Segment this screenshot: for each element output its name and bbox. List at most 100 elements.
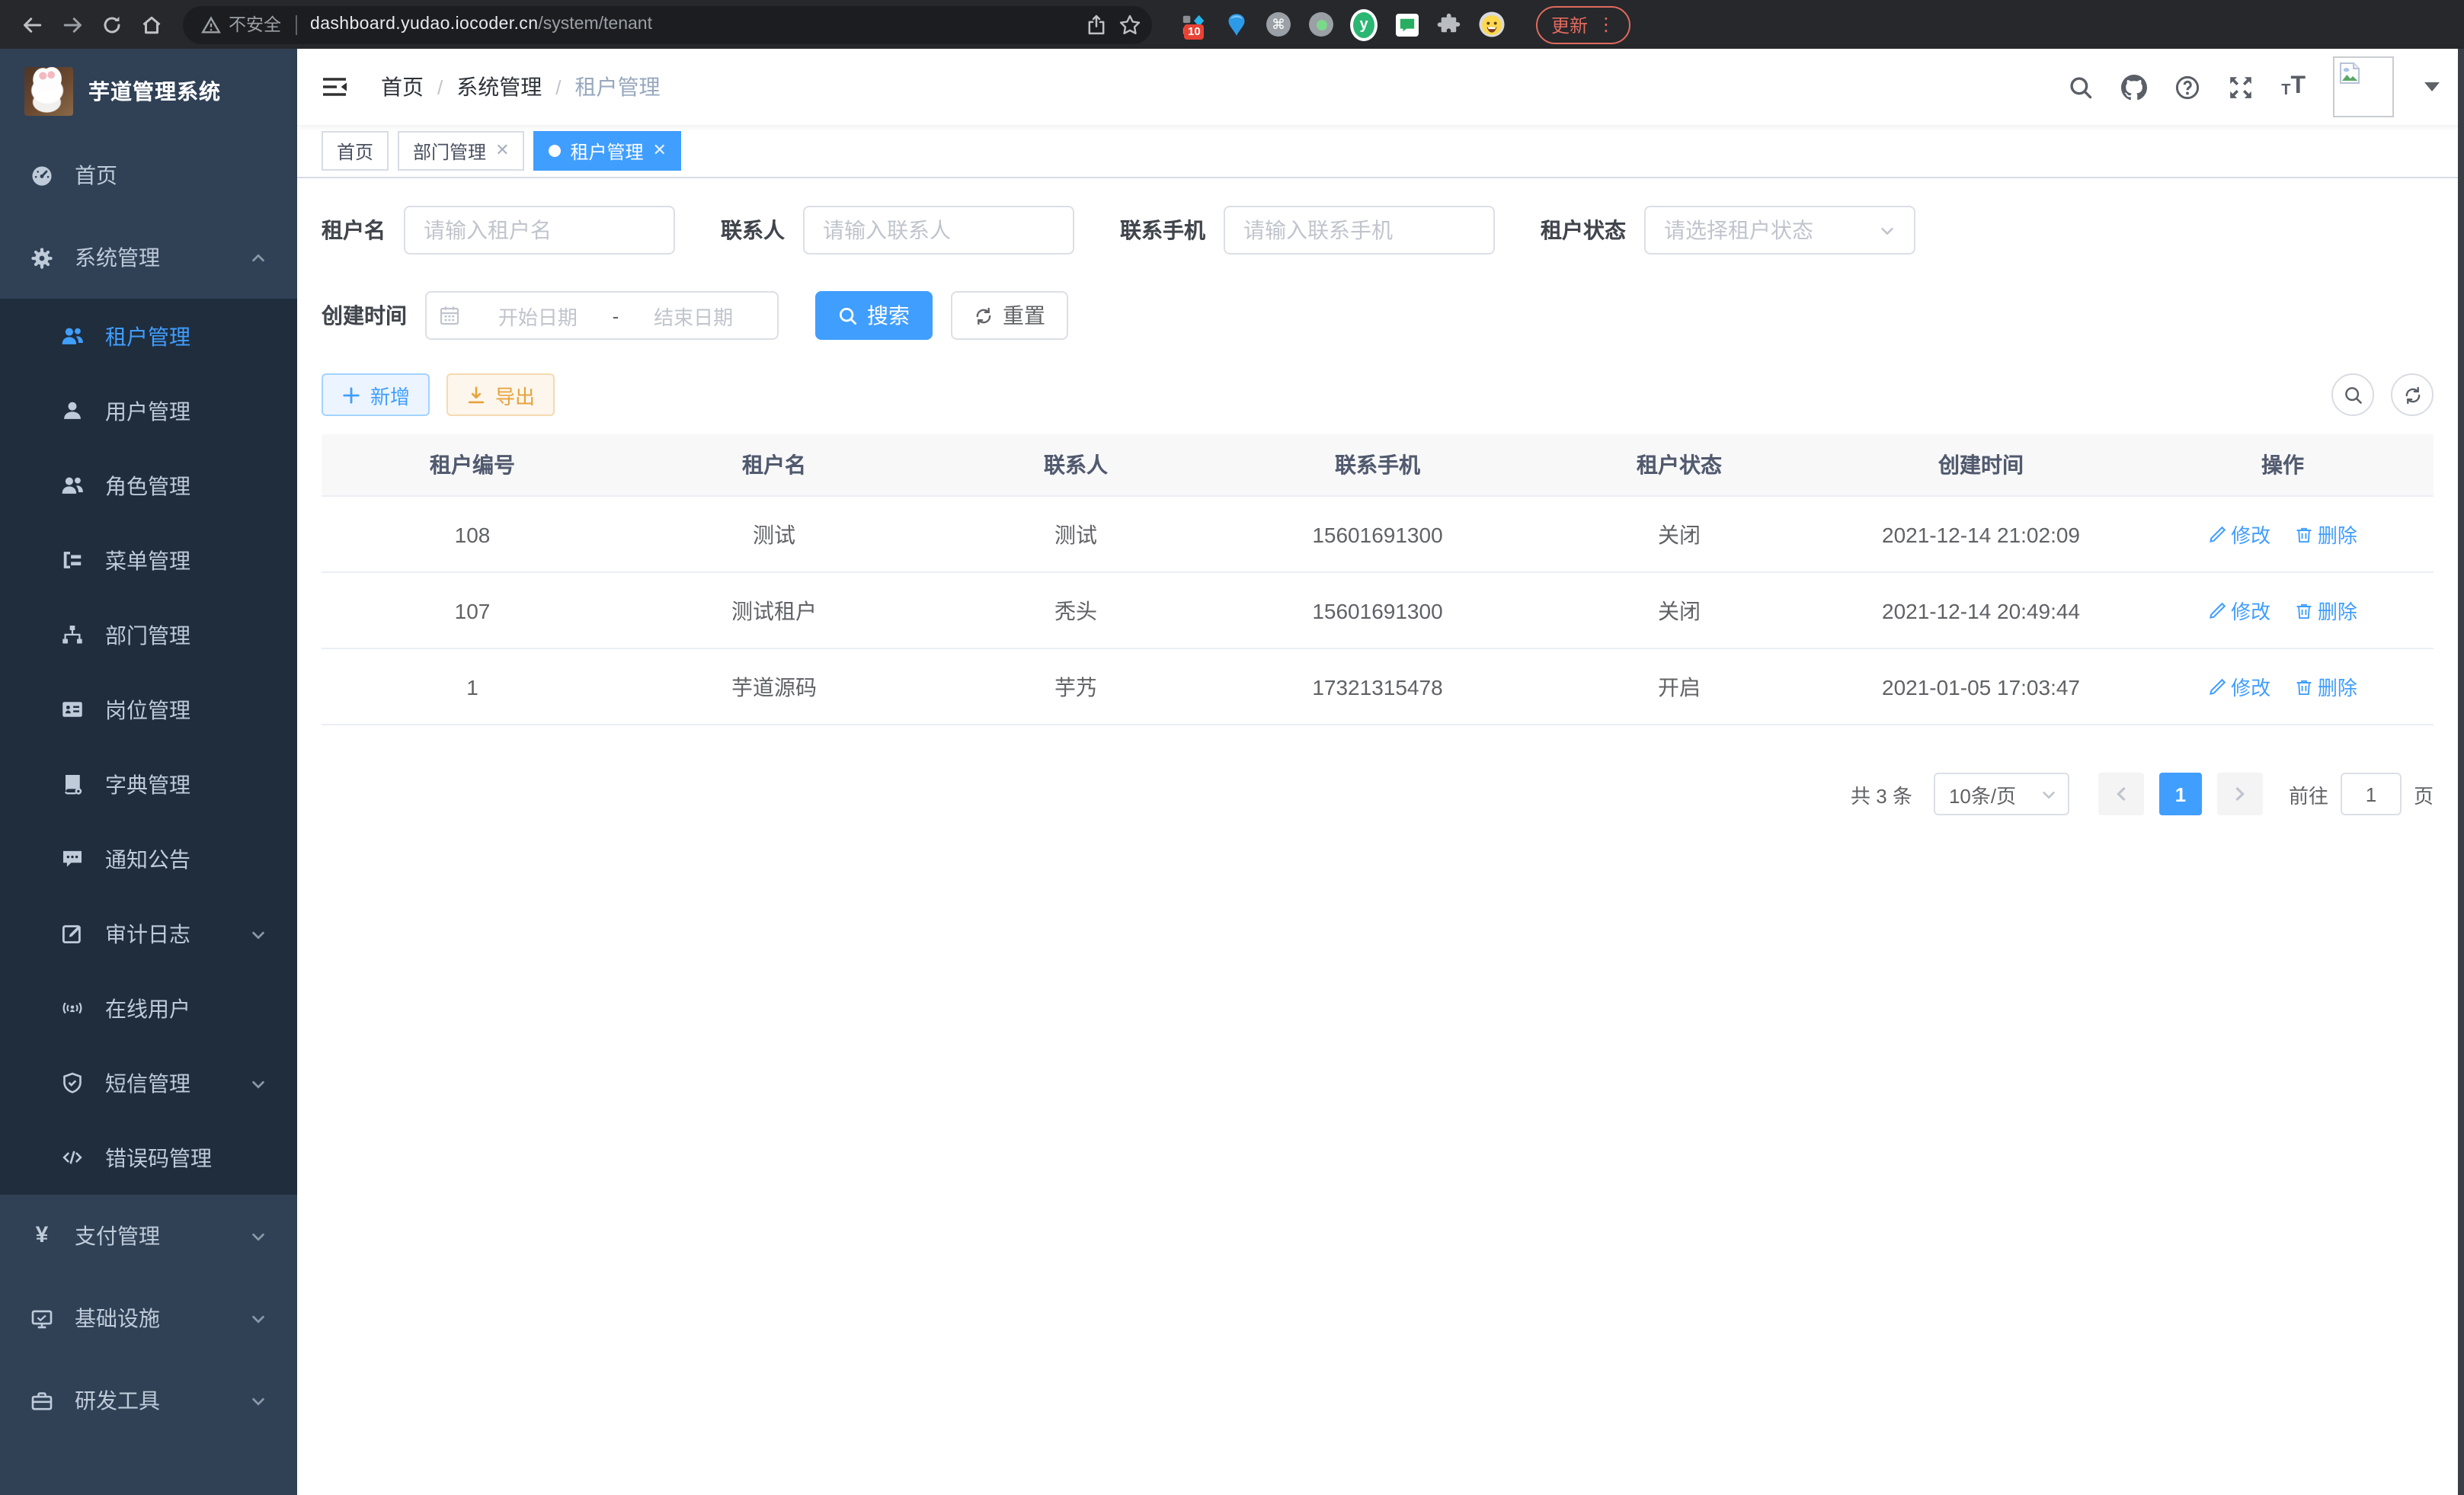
github-icon[interactable] (2121, 74, 2147, 100)
close-icon[interactable]: ✕ (653, 142, 667, 159)
sidebar-item-label: 通知公告 (105, 844, 190, 874)
sidebar-item-role-management[interactable]: 角色管理 (0, 448, 297, 523)
date-range-picker[interactable]: 开始日期 - 结束日期 (425, 291, 779, 340)
fullscreen-icon[interactable] (2228, 74, 2254, 100)
user-avatar-broken-image[interactable] (2333, 56, 2394, 117)
font-size-icon[interactable]: TT (2281, 75, 2306, 99)
goto-page: 前往 1 页 (2289, 773, 2434, 815)
delete-link[interactable]: 删除 (2295, 596, 2357, 625)
edit-link[interactable]: 修改 (2208, 596, 2270, 625)
refresh-table-button[interactable] (2391, 373, 2434, 416)
current-page[interactable]: 1 (2159, 773, 2202, 815)
add-button[interactable]: 新增 (322, 373, 430, 416)
sidebar-item-dict-management[interactable]: 字典管理 (0, 747, 297, 821)
sidebar-item-menu-management[interactable]: 菜单管理 (0, 523, 297, 597)
tenant-name-input[interactable]: 请输入租户名 (404, 206, 675, 255)
sidebar-item-payment-management[interactable]: ¥ 支付管理 (0, 1195, 297, 1277)
extension-balloon-icon[interactable] (1222, 11, 1250, 38)
security-chip[interactable]: 不安全 (201, 12, 281, 37)
tag-tenant-management[interactable]: 租户管理✕ (534, 131, 682, 171)
warning-icon (201, 14, 221, 34)
delete-link[interactable]: 删除 (2295, 672, 2357, 701)
bookmark-star-icon[interactable] (1112, 8, 1146, 41)
contact-input[interactable]: 请输入联系人 (803, 206, 1074, 255)
postcard-icon (61, 698, 84, 721)
goto-page-input[interactable]: 1 (2341, 773, 2402, 815)
toggle-search-button[interactable] (2331, 373, 2374, 416)
extensions-puzzle-icon[interactable] (1435, 11, 1463, 38)
url-host: dashboard.yudao.iocoder.cn (310, 15, 538, 34)
sidebar-item-dept-management[interactable]: 部门管理 (0, 597, 297, 672)
sidebar-item-error-code-management[interactable]: 错误码管理 (0, 1120, 297, 1195)
cell-contact: 芋艿 (925, 648, 1227, 725)
extension-command-icon[interactable]: ⌘ (1265, 11, 1292, 38)
chevron-down-icon (250, 1311, 267, 1327)
share-icon[interactable] (1079, 8, 1112, 41)
end-date-placeholder[interactable]: 结束日期 (622, 301, 765, 330)
sidebar-item-home[interactable]: 首页 (0, 134, 297, 216)
breadcrumb-system[interactable]: 系统管理 (456, 72, 542, 102)
tenant-table: 租户编号 租户名 联系人 联系手机 租户状态 创建时间 操作 108 测试 (322, 434, 2434, 725)
extension-workflow-icon[interactable]: 10 (1179, 11, 1207, 38)
sidebar-item-system-management[interactable]: 系统管理 (0, 216, 297, 299)
address-bar[interactable]: 不安全 dashboard.yudao.iocoder.cn/system/te… (183, 5, 1152, 43)
phone-input[interactable]: 请输入联系手机 (1224, 206, 1495, 255)
edit-link[interactable]: 修改 (2208, 672, 2270, 701)
extension-recorder-icon[interactable] (1307, 11, 1335, 38)
sidebar-item-dev-tools[interactable]: 研发工具 (0, 1359, 297, 1442)
help-icon[interactable] (2174, 74, 2200, 100)
profile-avatar-emoji[interactable] (1478, 11, 1506, 38)
close-icon[interactable]: ✕ (495, 142, 509, 159)
extension-yuque-icon[interactable]: y (1350, 11, 1378, 38)
total-count: 共 3 条 (1851, 780, 1912, 808)
header-search-icon[interactable] (2068, 74, 2094, 100)
browser-home-button[interactable] (134, 8, 168, 41)
sidebar-item-sms-management[interactable]: 短信管理 (0, 1045, 297, 1120)
sidebar-collapse-icon[interactable] (322, 75, 347, 99)
placeholder-text: 请输入联系手机 (1243, 215, 1393, 245)
sidebar-item-infrastructure[interactable]: 基础设施 (0, 1277, 297, 1359)
search-button[interactable]: 搜索 (815, 291, 933, 340)
edit-icon (61, 922, 84, 945)
sidebar-item-post-management[interactable]: 岗位管理 (0, 672, 297, 747)
sidebar-item-audit-log[interactable]: 审计日志 (0, 896, 297, 971)
cell-id: 107 (322, 572, 623, 648)
sidebar-item-tenant-management[interactable]: 租户管理 (0, 299, 297, 373)
table-tools (2331, 373, 2434, 416)
filter-label: 联系手机 (1120, 215, 1205, 245)
reset-button[interactable]: 重置 (951, 291, 1068, 340)
placeholder-text: 请输入联系人 (823, 215, 951, 245)
tag-dept-management[interactable]: 部门管理✕ (398, 131, 524, 171)
col-contact: 联系人 (925, 434, 1227, 496)
browser-back-button[interactable] (15, 8, 49, 41)
start-date-placeholder[interactable]: 开始日期 (466, 301, 610, 330)
browser-reload-button[interactable] (94, 8, 128, 41)
breadcrumb-home[interactable]: 首页 (381, 72, 424, 102)
tag-home[interactable]: 首页 (322, 131, 389, 171)
edit-link[interactable]: 修改 (2208, 520, 2270, 549)
chevron-down-icon (250, 926, 267, 943)
prev-page-button[interactable] (2098, 773, 2144, 815)
filter-status: 租户状态 请选择租户状态 (1541, 206, 1915, 255)
browser-menu-icon[interactable]: ⋮ (1597, 14, 1615, 35)
extension-chat-icon[interactable] (1393, 11, 1420, 38)
message-icon (61, 847, 84, 870)
cell-phone: 17321315478 (1227, 648, 1528, 725)
pen-icon (2208, 677, 2226, 696)
cell-name: 测试 (623, 496, 925, 572)
export-button[interactable]: 导出 (446, 373, 555, 416)
sidebar-item-notice[interactable]: 通知公告 (0, 821, 297, 896)
browser-forward-button[interactable] (55, 8, 88, 41)
filter-create-time: 创建时间 开始日期 - 结束日期 (322, 291, 779, 340)
sidebar-item-online-users[interactable]: 在线用户 (0, 971, 297, 1045)
page-size-select[interactable]: 10条/页 (1934, 773, 2069, 815)
next-page-button[interactable] (2217, 773, 2263, 815)
peoples-icon (61, 474, 84, 497)
sidebar-logo-row[interactable]: 芋道管理系统 (0, 49, 297, 134)
status-select[interactable]: 请选择租户状态 (1644, 206, 1915, 255)
sidebar-item-user-management[interactable]: 用户管理 (0, 373, 297, 448)
browser-update-button[interactable]: 更新 ⋮ (1536, 5, 1630, 43)
code-icon (61, 1146, 84, 1169)
delete-link[interactable]: 删除 (2295, 520, 2357, 549)
avatar-dropdown-caret[interactable] (2424, 82, 2440, 91)
